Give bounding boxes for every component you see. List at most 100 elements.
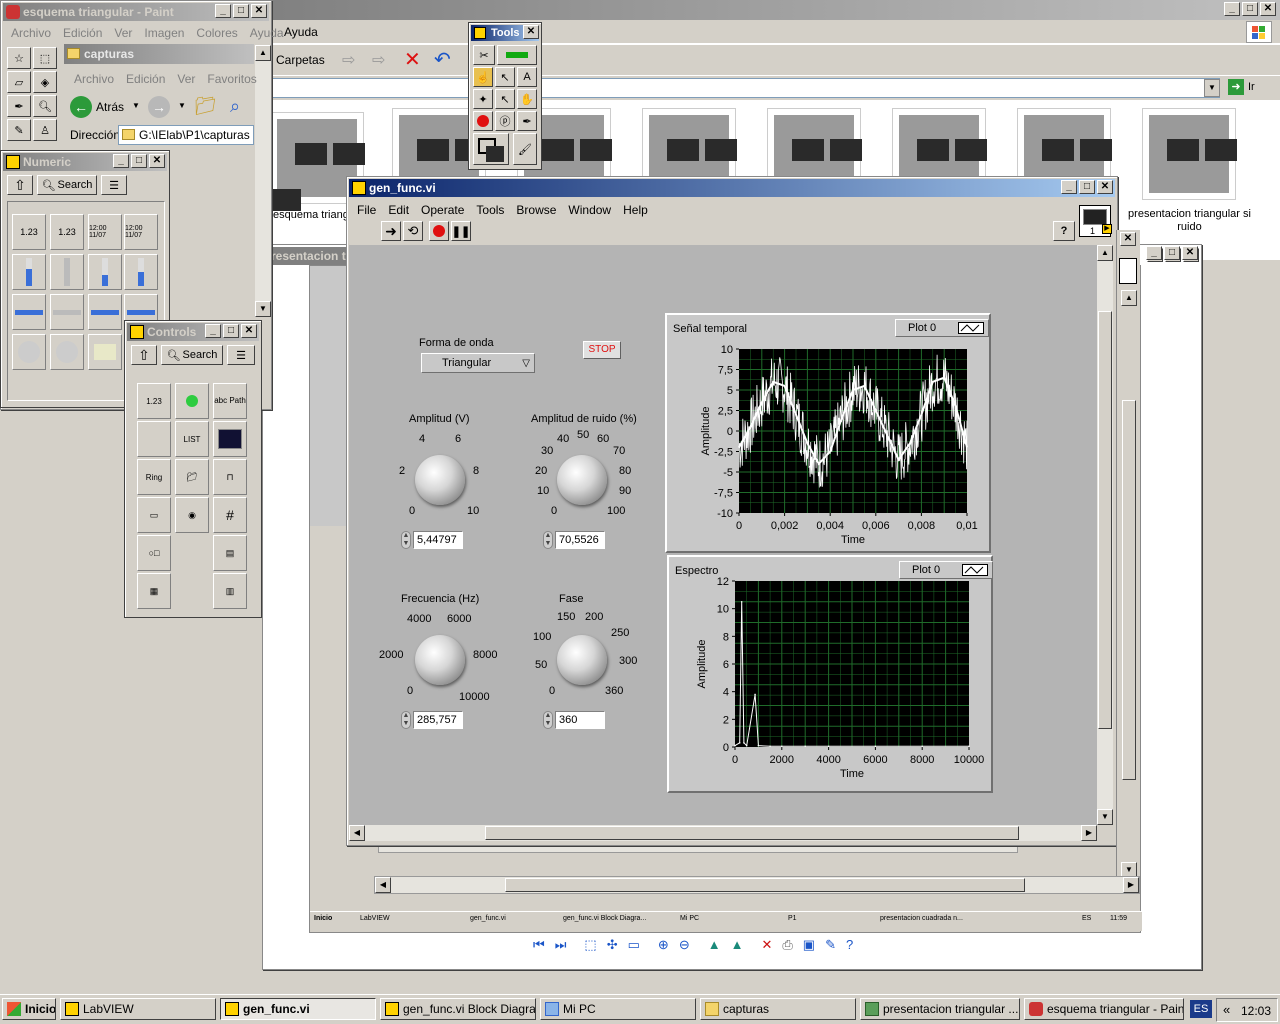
close-icon[interactable]: ✕ bbox=[241, 324, 257, 338]
menu-edit[interactable]: Edit bbox=[388, 203, 409, 217]
close-icon[interactable]: ✕ bbox=[1097, 180, 1113, 194]
close-icon[interactable]: ✕ bbox=[251, 4, 267, 18]
vi-icon[interactable]: 1 ▶ bbox=[1079, 205, 1112, 237]
vertical-graduated-tile[interactable] bbox=[124, 254, 158, 290]
chevron-down-icon[interactable]: ▼ bbox=[178, 101, 186, 110]
minimize-icon[interactable]: _ bbox=[113, 154, 129, 168]
abort-icon[interactable] bbox=[429, 221, 449, 241]
amplitude-value[interactable]: 5,44797 bbox=[413, 531, 463, 549]
maximize-icon[interactable]: □ bbox=[1242, 2, 1258, 16]
scroll-up-icon[interactable]: ▲ bbox=[1097, 245, 1113, 261]
numeric-subpalette-tile[interactable]: 1.23 bbox=[137, 383, 171, 419]
minimize-icon[interactable]: _ bbox=[1224, 2, 1240, 16]
menu-file[interactable]: File bbox=[357, 203, 376, 217]
menu-browse[interactable]: Browse bbox=[516, 203, 556, 217]
close-icon[interactable]: ✕ bbox=[1182, 246, 1198, 260]
delete-icon[interactable]: ✕ bbox=[404, 47, 421, 72]
language-indicator[interactable]: ES bbox=[1190, 1000, 1212, 1018]
scroll-up-icon[interactable]: ▲ bbox=[1121, 290, 1137, 306]
search-button[interactable]: 🔍︎ Search bbox=[37, 175, 97, 195]
wiring-spool-icon[interactable]: ✦ bbox=[473, 89, 493, 109]
thumbnail-8[interactable] bbox=[1142, 108, 1236, 200]
vi-horizontal-scrollbar[interactable]: ◀ ▶ bbox=[349, 825, 1097, 841]
breakpoint-icon[interactable] bbox=[473, 111, 493, 131]
array-cluster-subpalette-tile[interactable] bbox=[137, 421, 171, 457]
color-picker-icon[interactable]: ✒ bbox=[7, 95, 31, 117]
menu-ayuda[interactable]: Ayuda bbox=[250, 26, 284, 40]
horizontal-progress-tile[interactable] bbox=[88, 294, 122, 330]
noise-amplitude-knob[interactable] bbox=[557, 455, 607, 505]
up-arrow-icon[interactable]: ⇧ bbox=[7, 175, 33, 195]
inner-start-button[interactable]: Inicio bbox=[314, 915, 332, 922]
scroll-thumb[interactable] bbox=[505, 878, 1025, 892]
probe-icon[interactable]: ⓟ bbox=[495, 111, 515, 131]
undo-icon[interactable]: ↶ bbox=[434, 47, 451, 72]
decorations-subpalette-tile[interactable]: ○□ bbox=[137, 535, 171, 571]
minimize-icon[interactable]: _ bbox=[1146, 246, 1162, 260]
horizontal-pointer-slide-tile[interactable] bbox=[50, 294, 84, 330]
show-hidden-icons[interactable]: « bbox=[1223, 1002, 1230, 1017]
menu-favoritos[interactable]: Favoritos bbox=[207, 72, 256, 86]
pause-icon[interactable]: ❚❚ bbox=[451, 221, 471, 241]
maximize-icon[interactable]: □ bbox=[233, 4, 249, 18]
menu-archivo[interactable]: Archivo bbox=[11, 26, 51, 40]
best-fit-icon[interactable]: ⬚ bbox=[584, 937, 596, 959]
delete-icon[interactable]: ✕ bbox=[761, 937, 772, 959]
inner-task-item[interactable]: Mi PC bbox=[680, 915, 699, 922]
noise-amplitude-value[interactable]: 70,5526 bbox=[555, 531, 605, 549]
frequency-knob[interactable] bbox=[415, 635, 465, 685]
inner-task-item[interactable]: presentacion cuadrada n... bbox=[880, 915, 963, 922]
options-icon[interactable]: ☰ bbox=[227, 345, 255, 365]
edit-icon[interactable]: ✎ bbox=[825, 937, 836, 959]
taskbar-item-gen-func[interactable]: gen_func.vi bbox=[220, 998, 376, 1020]
maximize-icon[interactable]: □ bbox=[1079, 180, 1095, 194]
actual-size-icon[interactable]: ✣ bbox=[607, 937, 618, 959]
background-horizontal-scrollbar[interactable]: ◀ ▶ bbox=[374, 876, 1140, 894]
close-icon[interactable]: ✕ bbox=[1260, 2, 1276, 16]
auto-tool-icon[interactable]: ✂ bbox=[473, 45, 495, 65]
knob-tile[interactable] bbox=[12, 334, 46, 370]
run-continuously-icon[interactable]: ⟲ bbox=[403, 221, 423, 241]
slideshow-icon[interactable]: ▭ bbox=[628, 937, 640, 959]
scroll-up-icon[interactable]: ▲ bbox=[255, 45, 271, 61]
classic-controls-tile[interactable]: ▥ bbox=[213, 573, 247, 609]
taskbar-item-capturas[interactable]: capturas bbox=[700, 998, 856, 1020]
inner-task-item[interactable]: P1 bbox=[788, 915, 797, 922]
scroll-down-icon[interactable]: ▼ bbox=[1097, 809, 1113, 825]
taskbar-item-mi-pc[interactable]: Mi PC bbox=[540, 998, 696, 1020]
paint-brush-icon[interactable]: 🖌︎ bbox=[513, 133, 537, 165]
timestamp-control-tile[interactable]: 12:00 11/07 bbox=[88, 214, 122, 250]
menu-archivo[interactable]: Archivo bbox=[74, 72, 114, 86]
forward-arrow-icon[interactable]: → bbox=[148, 96, 170, 118]
stop-button[interactable]: STOP bbox=[583, 341, 621, 359]
rotate-clockwise-icon[interactable]: ▲ bbox=[708, 937, 721, 959]
fill-icon[interactable]: ◈ bbox=[33, 71, 57, 93]
save-icon[interactable]: ▣ bbox=[803, 937, 815, 959]
up-folder-icon[interactable]: 📁︎ bbox=[194, 96, 217, 117]
address-input[interactable] bbox=[272, 78, 1220, 98]
time-signal-plot[interactable]: 107,552,50-2,5-5-7,5-100 0,002 0,004 0,006 0… bbox=[667, 315, 989, 551]
timestamp-indicator-tile[interactable]: 12:00 11/07 bbox=[124, 214, 158, 250]
vertical-pointer-slide-tile[interactable] bbox=[50, 254, 84, 290]
horizontal-slide-tile[interactable] bbox=[12, 294, 46, 330]
variant-subpalette-tile[interactable]: # bbox=[213, 497, 247, 533]
free-select-icon[interactable]: ☆ bbox=[7, 47, 31, 69]
go-button[interactable]: Ir bbox=[1248, 81, 1255, 93]
dial-tile[interactable] bbox=[50, 334, 84, 370]
menu-edicion[interactable]: Edición bbox=[126, 72, 165, 86]
menu-colores[interactable]: Colores bbox=[196, 26, 237, 40]
magnifier-icon[interactable]: 🔍︎ bbox=[33, 95, 57, 117]
scroll-right-icon[interactable]: ▶ bbox=[1081, 825, 1097, 841]
paint-vertical-scrollbar[interactable]: ▲ ▼ bbox=[255, 45, 271, 317]
string-path-subpalette-tile[interactable]: abc Path bbox=[213, 383, 247, 419]
select-control-tile[interactable]: ▤ bbox=[213, 535, 247, 571]
rect-select-icon[interactable]: ⬚ bbox=[33, 47, 57, 69]
close-icon[interactable]: ✕ bbox=[1120, 232, 1136, 246]
next-image-icon[interactable]: ⏭ bbox=[555, 937, 567, 959]
options-icon[interactable]: ☰ bbox=[101, 175, 127, 195]
frequency-spinner[interactable]: ▲ ▼ bbox=[401, 711, 411, 729]
taskbar-item-presentacion[interactable]: presentacion triangular ... bbox=[860, 998, 1020, 1020]
scroll-thumb[interactable] bbox=[1098, 311, 1112, 729]
numeric-control-tile[interactable]: 1.23 bbox=[12, 214, 46, 250]
inner-task-item[interactable]: gen_func.vi bbox=[470, 915, 506, 922]
